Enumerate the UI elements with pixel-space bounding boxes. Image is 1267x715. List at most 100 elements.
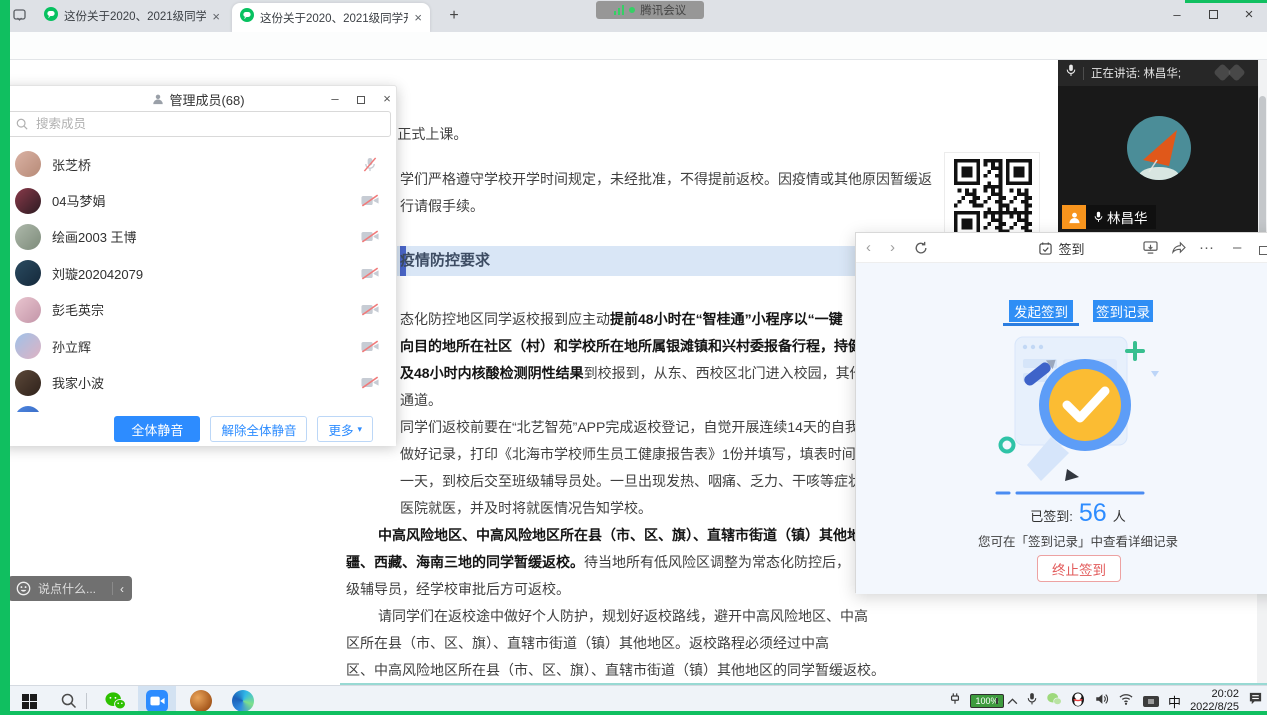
more-icon[interactable]: ··· bbox=[1199, 240, 1214, 256]
qq-tray-icon[interactable] bbox=[1071, 691, 1085, 712]
wechat-favicon bbox=[44, 7, 58, 26]
ime-indicator[interactable]: 中 bbox=[1168, 692, 1181, 711]
member-row[interactable]: 绘画2003 王博 bbox=[1, 219, 396, 255]
windows-logo-icon bbox=[22, 694, 37, 709]
browser-toolbar: ← https://mp.weixin.qq.com/s/Wi3KKMF9sB2… bbox=[0, 32, 1267, 60]
battery-indicator[interactable]: 100% bbox=[970, 694, 998, 708]
tab-signin-records[interactable]: 签到记录 bbox=[1093, 300, 1153, 322]
new-tab-button[interactable]: + bbox=[444, 6, 464, 26]
article-line: 做好记录，打印《北海市学校师生员工健康报告表》1份并填写，填表时间为报 bbox=[400, 444, 884, 464]
cam-off-icon[interactable] bbox=[360, 267, 380, 280]
meeting-badge-label: 腾讯会议 bbox=[640, 2, 686, 18]
member-row[interactable]: 孙立辉 bbox=[1, 328, 396, 364]
caret-down-icon: ▾ bbox=[357, 424, 362, 435]
member-search-box[interactable] bbox=[7, 111, 391, 137]
member-name: 刘璇202042079 bbox=[52, 264, 349, 283]
tab-actions-icon[interactable] bbox=[12, 7, 30, 25]
meeting-chat-box[interactable]: 说点什么... ‹ bbox=[8, 576, 132, 601]
member-row[interactable]: 张芝桥 bbox=[1, 146, 396, 182]
tray-expand-chevron-icon[interactable] bbox=[1007, 692, 1018, 710]
window-close-button[interactable]: × bbox=[1231, 0, 1267, 30]
cam-off-icon[interactable] bbox=[360, 376, 380, 389]
collapse-chevron-icon[interactable]: ‹ bbox=[120, 582, 124, 596]
mic-icon bbox=[1066, 64, 1076, 82]
tray-device-icon[interactable] bbox=[1143, 696, 1159, 707]
signed-count: 56 bbox=[1079, 499, 1107, 528]
maximize-icon[interactable] bbox=[351, 90, 371, 108]
signal-bars-icon bbox=[614, 5, 625, 15]
time: 20:02 bbox=[1190, 688, 1239, 701]
wifi-icon[interactable] bbox=[1118, 692, 1134, 710]
unmute-all-button[interactable]: 解除全体静音 bbox=[210, 416, 307, 442]
browser-tab-1[interactable]: 这份关于2020、2021级同学开学 × bbox=[36, 0, 228, 32]
tab-close-icon[interactable]: × bbox=[414, 11, 422, 24]
mic-tray-icon[interactable] bbox=[1027, 692, 1037, 711]
scrollbar-thumb[interactable] bbox=[1259, 96, 1266, 236]
action-center-icon[interactable] bbox=[1248, 691, 1263, 711]
meeting-status-badge[interactable]: 腾讯会议 bbox=[596, 1, 704, 19]
window-minimize-button[interactable]: – bbox=[1159, 0, 1195, 30]
edge-icon bbox=[232, 690, 254, 712]
minimize-icon[interactable]: – bbox=[325, 90, 345, 108]
member-panel-footer: 全体静音 解除全体静音 更多▾ bbox=[1, 412, 396, 446]
signin-body: 发起签到 签到记录 已签到: 56 人 bbox=[856, 263, 1267, 594]
tencent-meeting-icon bbox=[146, 690, 168, 712]
member-search-input[interactable] bbox=[34, 116, 382, 132]
member-row[interactable]: 我家小波 bbox=[1, 364, 396, 400]
cam-off-icon[interactable] bbox=[360, 303, 380, 316]
member-avatar bbox=[15, 370, 41, 396]
emoji-icon[interactable] bbox=[16, 581, 31, 596]
article-line: 通道。 bbox=[400, 390, 442, 410]
mic-icon bbox=[1094, 211, 1103, 223]
meeting-video-panel: 正在讲话: 林昌华; 林昌华 bbox=[1058, 60, 1258, 232]
volume-icon[interactable] bbox=[1094, 692, 1109, 711]
taskbar-divider bbox=[86, 693, 87, 709]
tab-close-icon[interactable]: × bbox=[212, 10, 220, 23]
cast-screen-icon[interactable] bbox=[1143, 241, 1158, 258]
browser-tab-2-active[interactable]: 这份关于2020、2021级同学开学 × bbox=[232, 3, 430, 32]
article-line: 学们严格遵守学校开学时间规定，未经批准，不得提前返校。因疫情或其他原因暂缓返 bbox=[400, 169, 932, 189]
window-restore-button[interactable] bbox=[1195, 0, 1231, 30]
speaker-avatar bbox=[1127, 116, 1191, 180]
article-line: 同学们返校前要在“北艺智苑”APP完成返校登记，自觉开展连续14天的自我 bbox=[400, 417, 859, 437]
person-icon bbox=[152, 93, 164, 105]
maximize-icon[interactable] bbox=[1259, 243, 1267, 259]
cam-off-icon[interactable] bbox=[360, 230, 380, 243]
chat-input-placeholder[interactable]: 说点什么... bbox=[38, 580, 105, 597]
mic-off-icon[interactable] bbox=[360, 157, 380, 172]
wechat-icon bbox=[104, 691, 126, 711]
member-row[interactable]: 彭毛英宗 bbox=[1, 292, 396, 328]
power-plug-icon[interactable] bbox=[949, 692, 961, 711]
signed-unit: 人 bbox=[1113, 506, 1126, 525]
member-name: 04马梦娟 bbox=[52, 191, 349, 210]
tab-start-signin[interactable]: 发起签到 bbox=[1009, 300, 1073, 322]
section-title: 疫情防控要求 bbox=[400, 246, 490, 276]
tab-indicator bbox=[1003, 323, 1079, 326]
article-line: 级辅导员，经学校审批后方可返校。 bbox=[346, 579, 570, 599]
mute-all-button[interactable]: 全体静音 bbox=[114, 416, 200, 442]
share-icon[interactable] bbox=[1171, 241, 1186, 258]
search-icon bbox=[61, 693, 77, 709]
member-avatar bbox=[15, 224, 41, 250]
screen-share-border-top bbox=[1185, 0, 1267, 3]
member-row[interactable]: 04马梦娟 bbox=[1, 182, 396, 218]
cam-off-icon[interactable] bbox=[360, 194, 380, 207]
qr-code bbox=[954, 159, 1032, 237]
signed-count-row: 已签到: 56 人 bbox=[938, 499, 1218, 528]
more-button[interactable]: 更多▾ bbox=[317, 416, 373, 442]
wechat-tray-icon[interactable] bbox=[1046, 692, 1062, 711]
article-line: 态化防控地区同学返校报到应主动提前48小时在“智桂通”小程序以“一键 bbox=[400, 309, 843, 329]
speaking-text: 正在讲话: 林昌华; bbox=[1091, 65, 1181, 81]
close-icon[interactable]: × bbox=[377, 90, 397, 108]
member-name: 彭毛英宗 bbox=[52, 300, 349, 319]
stop-signin-button[interactable]: 终止签到 bbox=[1037, 555, 1121, 582]
calendar-check-icon bbox=[1039, 242, 1052, 255]
cam-off-icon[interactable] bbox=[360, 340, 380, 353]
member-row[interactable] bbox=[1, 401, 396, 412]
article-line: 疆、西藏、海南三地的同学暂缓返校。待当地所有低风险区调整为常态化防控后， bbox=[346, 552, 850, 572]
screen-share-border-bottom bbox=[0, 711, 1267, 715]
minimize-icon[interactable]: – bbox=[1233, 240, 1241, 256]
member-row[interactable]: 刘璇202042079 bbox=[1, 255, 396, 291]
member-name: 孙立辉 bbox=[52, 337, 349, 356]
article-line: 请同学们在返校途中做好个人防护，规划好返校路线，避开中高风险地区、中高 bbox=[378, 606, 868, 626]
